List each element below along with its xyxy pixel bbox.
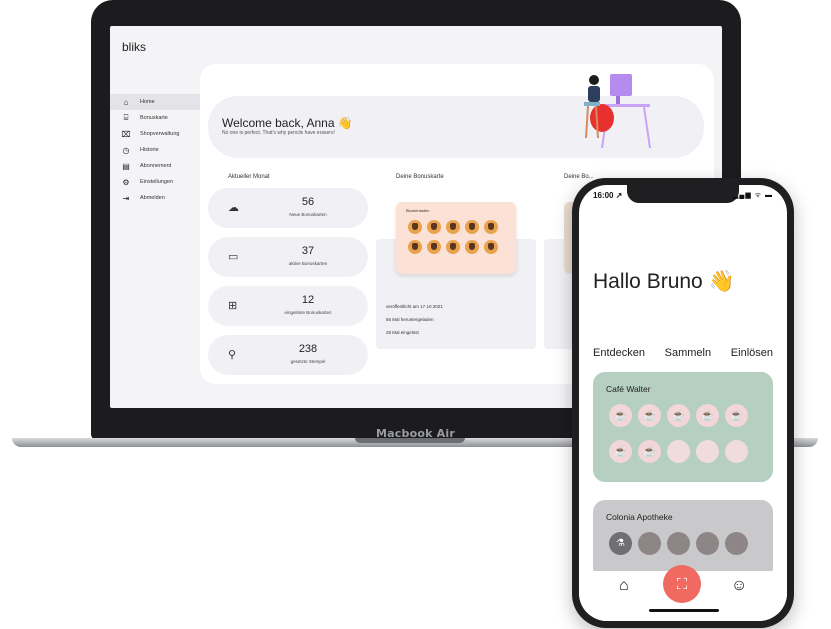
- gift-icon: ⊞: [228, 300, 238, 312]
- bonus-stamp: [446, 220, 460, 234]
- sidebar: ⌂ Home ⌸ Bonuskarte ⌧ Shopverwaltung ◷ H…: [110, 94, 200, 206]
- empty-stamp: [696, 440, 719, 463]
- home-indicator: [649, 609, 719, 612]
- shop-icon: ⌧: [121, 129, 131, 139]
- bonus-stamp: [484, 240, 498, 254]
- sidebar-item-abmelden[interactable]: ⇥ Abmelden: [110, 190, 200, 206]
- sidebar-item-einstellungen[interactable]: ⚙ Einstellungen: [110, 174, 200, 190]
- sidebar-item-label: Abmelden: [140, 195, 165, 201]
- stat-label: aktive Bonuskarten: [288, 261, 328, 266]
- home-icon[interactable]: ⌂: [619, 577, 629, 595]
- home-icon: ⌂: [123, 97, 129, 107]
- bonus-downloads: 56 Mal heruntergeladen: [386, 317, 434, 322]
- card-icon: ▭: [228, 251, 239, 263]
- stat-label: Neue Bonuskarten: [289, 212, 327, 217]
- bonus-card-title: Blumenladen: [406, 208, 430, 213]
- document-icon: ▤: [122, 161, 130, 171]
- status-time: 16:00 ↗: [593, 191, 623, 200]
- stat-value: 37: [301, 245, 315, 257]
- bonus-published: veröffentlicht am 17.10.2021: [386, 304, 443, 309]
- sidebar-item-home[interactable]: ⌂ Home: [110, 94, 200, 110]
- coffee-cup-icon: ☕: [609, 440, 632, 463]
- tab-sammeln[interactable]: Sammeln: [665, 347, 711, 359]
- phone-screen: 16:00 ↗ ▂▄▆ ᯤ ▬ Hallo Bruno 👋 Entdecken …: [579, 185, 787, 621]
- empty-stamp: [725, 532, 748, 555]
- stamp-row: ⚗: [609, 532, 748, 555]
- sidebar-item-shopverwaltung[interactable]: ⌧ Shopverwaltung: [110, 126, 200, 142]
- stat-label: gesetzte Stempel: [290, 359, 326, 364]
- stat-value: 12: [301, 294, 315, 306]
- tab-einloesen[interactable]: Einlösen: [731, 347, 773, 359]
- bonus-stamp: [427, 240, 441, 254]
- bottom-nav: ⌂ ⛶ ☺: [579, 565, 787, 621]
- stat-stamps: ⚲ 238 gesetzte Stempel: [208, 335, 368, 375]
- stat-redeemed-cards: ⊞ 12 eingelöste Bonuskarten: [208, 286, 368, 326]
- stamp-grid: [408, 220, 498, 254]
- welcome-title: Welcome back, Anna 👋: [222, 116, 353, 130]
- clock-icon: ◷: [122, 145, 130, 155]
- coffee-cup-icon: ☕: [725, 404, 748, 427]
- coffee-cup-icon: ☕: [667, 404, 690, 427]
- stamp-icon: ⚲: [228, 349, 237, 361]
- empty-stamp: [667, 440, 690, 463]
- logout-icon: ⇥: [122, 193, 130, 203]
- coffee-cup-icon: ☕: [638, 440, 661, 463]
- welcome-subtitle: No one is perfect. That's why pencils ha…: [222, 130, 335, 136]
- stat-label: eingelöste Bonuskarten: [284, 310, 332, 315]
- status-icons: ▂▄▆ ᯤ ▬: [732, 192, 773, 199]
- gear-icon: ⚙: [122, 177, 130, 187]
- empty-stamp: [667, 532, 690, 555]
- cloud-upload-icon: ☁: [228, 202, 239, 214]
- sidebar-item-label: Abonnement: [140, 163, 172, 169]
- phone-frame: 16:00 ↗ ▂▄▆ ᯤ ▬ Hallo Bruno 👋 Entdecken …: [572, 178, 794, 628]
- tab-entdecken[interactable]: Entdecken: [593, 347, 645, 359]
- sidebar-item-abonnement[interactable]: ▤ Abonnement: [110, 158, 200, 174]
- sidebar-item-historie[interactable]: ◷ Historie: [110, 142, 200, 158]
- desk-illustration: [584, 74, 651, 149]
- mortar-icon: ⚗: [609, 532, 632, 555]
- section-bonus-card-2: Deine Bo...: [564, 174, 594, 180]
- bonus-redeemed: 28 Mal eingelöst: [386, 330, 419, 335]
- coffee-cup-icon: ☕: [638, 404, 661, 427]
- sidebar-item-label: Einstellungen: [140, 179, 174, 185]
- sidebar-item-label: Shopverwaltung: [140, 131, 180, 137]
- bonus-stamp: [408, 240, 422, 254]
- brand-logo: bliks: [122, 40, 147, 54]
- stamp-row: ☕ ☕ ☕ ☕ ☕: [609, 404, 748, 427]
- phone-tabs: Entdecken Sammeln Einlösen: [593, 347, 773, 359]
- sidebar-item-bonuskarte[interactable]: ⌸ Bonuskarte: [110, 110, 200, 126]
- bonus-stamp: [446, 240, 460, 254]
- bonus-stamp: [427, 220, 441, 234]
- bonus-card-preview[interactable]: Blumenladen: [396, 202, 516, 274]
- sidebar-item-label: Home: [140, 99, 155, 105]
- sidebar-item-label: Historie: [140, 147, 159, 153]
- empty-stamp: [725, 440, 748, 463]
- section-current-month: Aktueller Monat: [228, 174, 270, 180]
- bonus-stamp: [484, 220, 498, 234]
- scan-icon[interactable]: ⛶: [663, 565, 701, 603]
- greeting: Hallo Bruno 👋: [593, 270, 735, 293]
- shop-card-cafe[interactable]: Café Walter ☕ ☕ ☕ ☕ ☕ ☕ ☕: [593, 372, 773, 482]
- phone-notch: [627, 185, 739, 203]
- section-bonus-card: Deine Bonuskarte: [396, 174, 444, 180]
- sidebar-item-label: Bonuskarte: [140, 115, 168, 121]
- coffee-cup-icon: ☕: [696, 404, 719, 427]
- stat-value: 238: [298, 343, 318, 355]
- empty-stamp: [638, 532, 661, 555]
- stat-value: 56: [301, 196, 315, 208]
- shop-card-title: Café Walter: [606, 384, 651, 394]
- bonuskarte-icon: ⌸: [123, 113, 129, 122]
- bonus-stamp: [465, 240, 479, 254]
- bonus-stamp: [465, 220, 479, 234]
- stat-active-cards: ▭ 37 aktive Bonuskarten: [208, 237, 368, 277]
- empty-stamp: [696, 532, 719, 555]
- stamp-row: ☕ ☕: [609, 440, 748, 463]
- coffee-cup-icon: ☕: [609, 404, 632, 427]
- bonus-stamp: [408, 220, 422, 234]
- stat-new-cards: ☁ 56 Neue Bonuskarten: [208, 188, 368, 228]
- profile-icon[interactable]: ☺: [731, 577, 747, 595]
- shop-card-title: Colonia Apotheke: [606, 512, 673, 522]
